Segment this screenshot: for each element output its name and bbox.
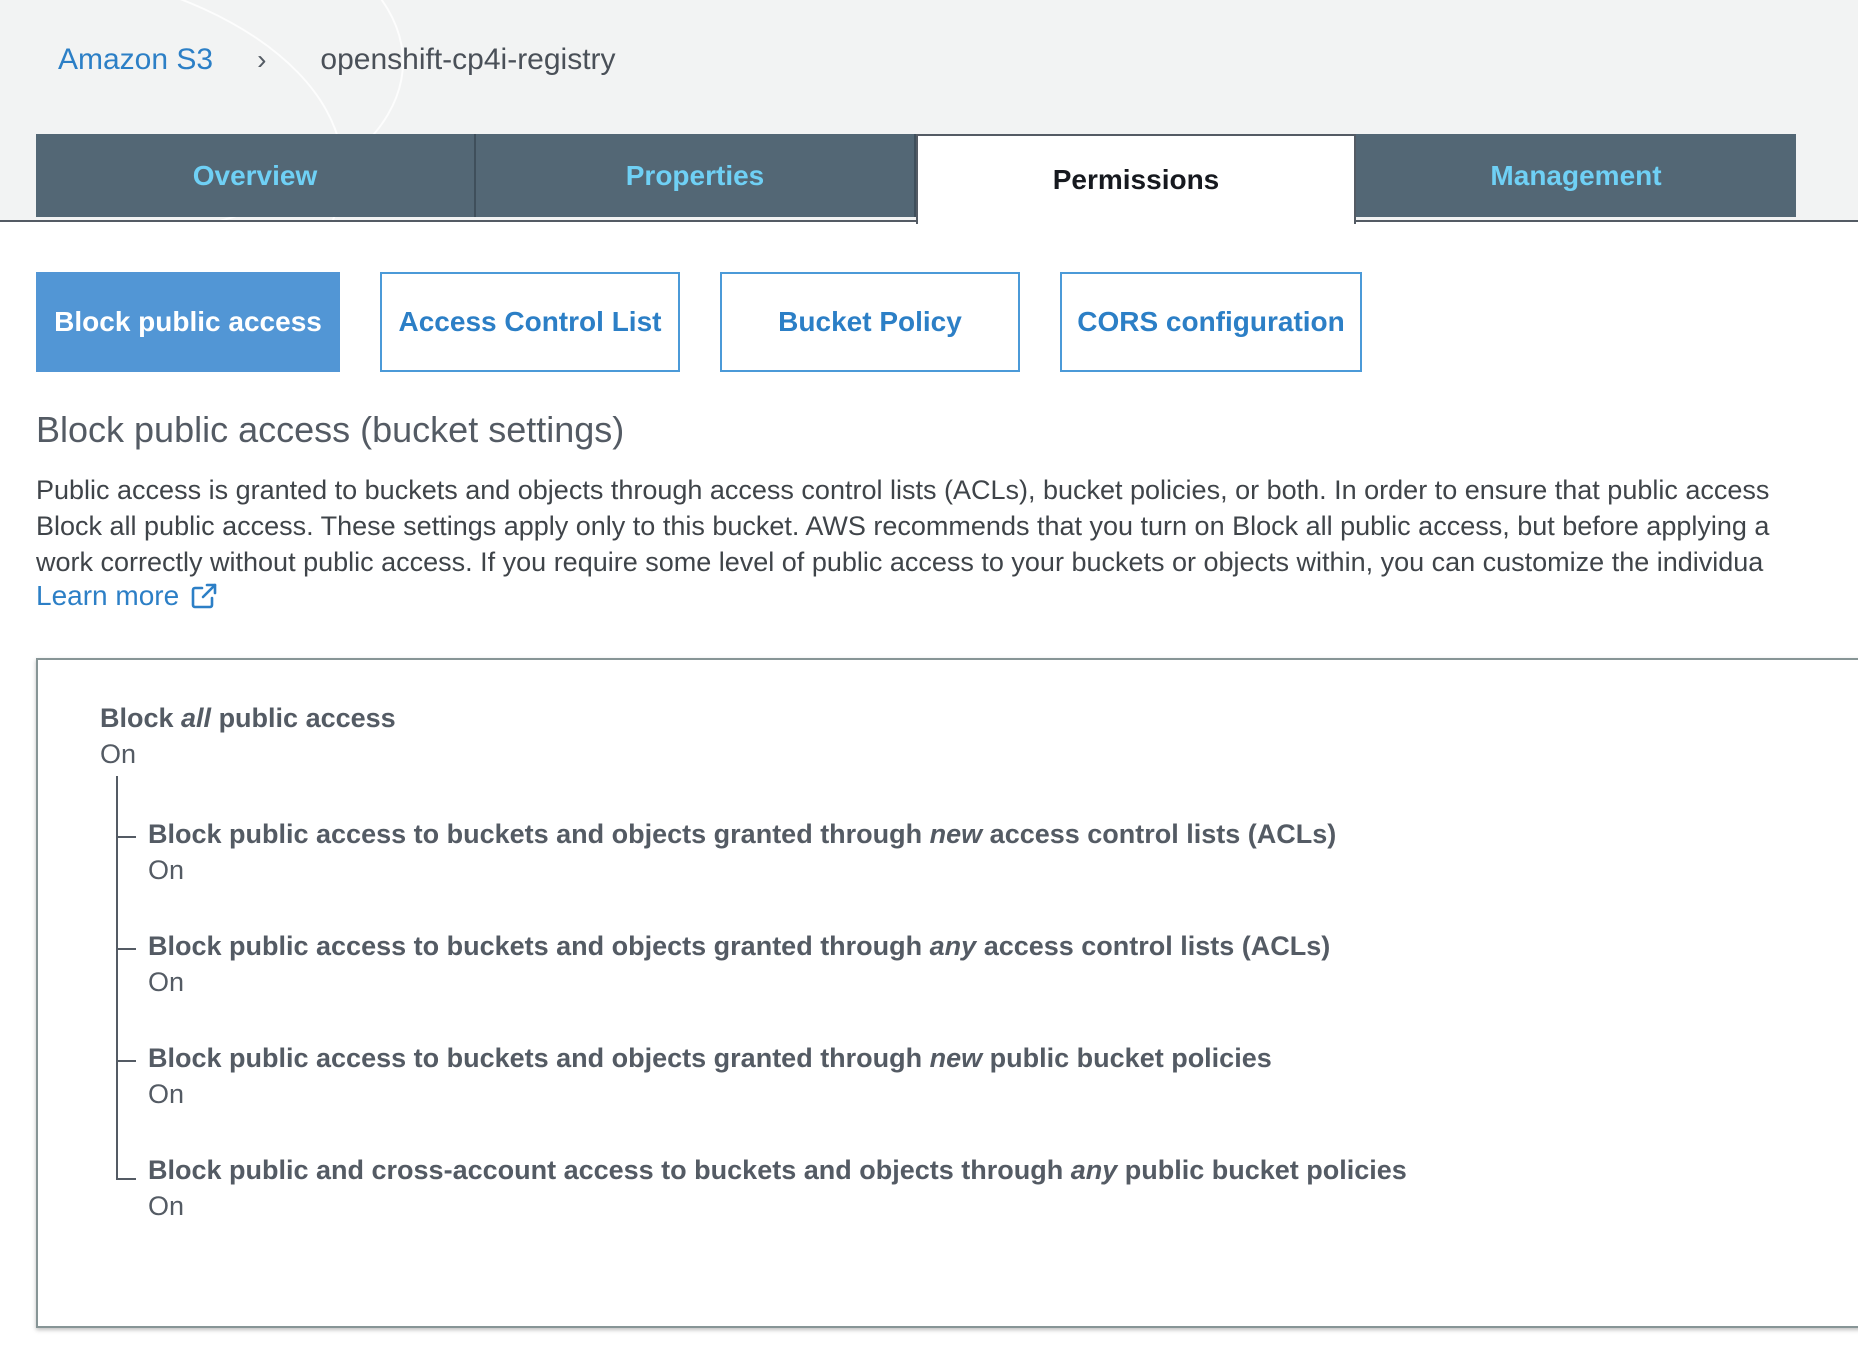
setting-value: On [148,855,185,885]
setting-value: On [148,967,185,997]
setting-label: Block public access to buckets and objec… [148,1043,1272,1073]
subtab-cors-configuration[interactable]: CORS configuration [1060,272,1362,372]
tab-bar: Overview Properties Permissions Manageme… [36,134,1796,224]
setting-value: On [148,1079,185,1109]
tab-permissions[interactable]: Permissions [916,134,1356,224]
tree-branch [116,948,136,950]
chevron-right-icon: › [257,44,267,75]
setting-block-all-public-access: Block all public access On [100,700,396,772]
description-line: Public access is granted to buckets and … [36,475,1770,505]
tab-management[interactable]: Management [1356,134,1796,217]
setting-label: Block public access to buckets and objec… [148,819,1337,849]
description-line: Block all public access. These settings … [36,511,1770,541]
setting-label: Block public access to buckets and objec… [148,931,1331,961]
breadcrumb-bucket-name: openshift-cp4i-registry [320,43,616,76]
tab-properties[interactable]: Properties [476,134,916,217]
setting-any-acls: Block public access to buckets and objec… [148,928,1330,1000]
section-description: Public access is granted to buckets and … [36,472,1858,580]
setting-new-bucket-policies: Block public access to buckets and objec… [148,1040,1272,1112]
tree-branch [116,1060,136,1062]
section-title: Block public access (bucket settings) [36,409,625,450]
subtab-access-control-list[interactable]: Access Control List [380,272,680,372]
subtab-bucket-policy[interactable]: Bucket Policy [720,272,1020,372]
learn-more-label: Learn more [36,580,180,611]
description-line: work correctly without public access. If… [36,547,1764,577]
setting-any-bucket-policies: Block public and cross-account access to… [148,1152,1407,1224]
breadcrumb-amazon-s3-link[interactable]: Amazon S3 [58,40,213,80]
setting-new-acls: Block public access to buckets and objec… [148,816,1336,888]
setting-value: On [148,1191,185,1221]
tree-branch [116,836,136,838]
block-public-access-settings-panel: Block all public access On Block public … [36,658,1858,1328]
permissions-subtabs: Block public access Access Control List … [36,272,1402,372]
tab-overview[interactable]: Overview [36,134,476,217]
setting-label: Block public and cross-account access to… [148,1155,1407,1185]
external-link-icon [191,583,217,609]
tree-branch [116,1178,136,1180]
learn-more-link[interactable]: Learn more [36,580,219,612]
setting-value: On [100,739,137,769]
breadcrumb: Amazon S3 › openshift-cp4i-registry [58,40,616,80]
setting-label: Block all public access [100,703,396,733]
subtab-block-public-access[interactable]: Block public access [36,272,340,372]
